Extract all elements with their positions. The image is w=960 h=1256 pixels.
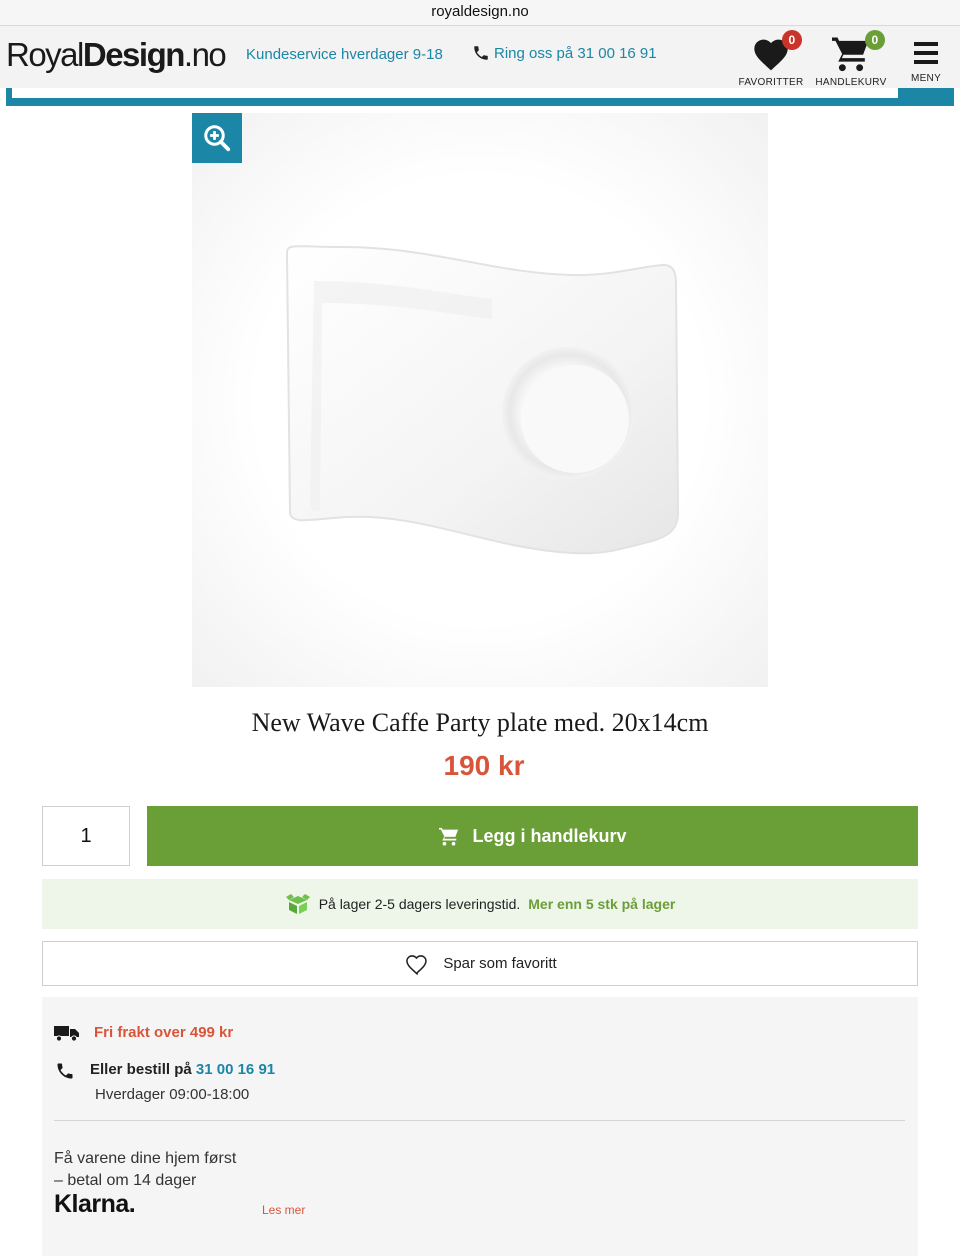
save-favorite-label: Spar som favoritt [443,955,557,972]
quantity-input[interactable] [42,806,130,866]
opening-hours: Hverdager 09:00-18:00 [95,1086,250,1103]
search-input[interactable] [12,88,898,98]
plate-illustration [285,245,680,555]
cart-icon [439,827,459,846]
url-text: royaldesign.no [431,3,529,20]
delivery-info-box: Fri frakt over 499 kr Eller bestill på 3… [42,997,918,1256]
cart-count-badge: 0 [865,30,885,50]
product-image[interactable] [192,113,768,687]
order-label: Eller bestill på [90,1061,192,1078]
cart-label: HANDLEKURV [815,77,887,88]
order-phone-row: Eller bestill på 31 00 16 91 [54,1061,275,1081]
divider [54,1120,905,1121]
klarna-text: Få varene dine hjem først – betal om 14 … [54,1148,236,1192]
freight-row: Fri frakt over 499 kr [54,1024,233,1042]
free-shipping-text: Fri frakt over 499 kr [94,1024,234,1041]
klarna-line-1: Få varene dine hjem først [54,1150,237,1167]
truck-icon [54,1026,79,1042]
phone-icon [57,1063,73,1079]
site-header: RoyalDesign.no Kundeservice hverdager 9-… [0,26,960,88]
heart-outline-icon [406,954,428,975]
favorites-button[interactable]: 0 FAVORITTER [738,30,804,88]
package-icon [285,894,310,914]
stock-status: På lager 2-5 dagers leveringstid. Mer en… [42,879,918,929]
product-price: 190 kr [443,750,525,781]
favorites-count-badge: 0 [782,30,802,50]
klarna-line-2: – betal om 14 dager [54,1172,197,1189]
save-favorite-button[interactable]: Spar som favoritt [42,941,918,986]
site-logo[interactable]: RoyalDesign.no [6,36,227,74]
hamburger-icon [914,42,938,64]
stock-more-text: Mer enn 5 stk på lager [528,896,676,912]
stock-text: På lager 2-5 dagers leveringstid. [318,896,521,912]
product-title: New Wave Caffe Party plate med. 20x14cm [251,708,709,737]
add-to-cart-button[interactable]: Legg i handlekurv [147,806,918,866]
phone-link[interactable]: Ring oss på 31 00 16 91 [472,44,657,62]
search-bar[interactable] [6,88,954,106]
phone-icon [474,46,488,60]
menu-button[interactable]: MENY [904,30,948,84]
favorites-label: FAVORITTER [738,77,804,88]
order-phone-link[interactable]: 31 00 16 91 [196,1061,275,1078]
add-to-cart-label: Legg i handlekurv [472,825,627,846]
klarna-logo: Klarna. [54,1190,136,1218]
read-more-link[interactable]: Les mer [262,1203,305,1217]
url-bar[interactable]: royaldesign.no [0,0,960,26]
cart-button[interactable]: 0 HANDLEKURV [814,30,888,88]
customer-service-link[interactable]: Kundeservice hverdager 9-18 [246,46,443,63]
menu-label: MENY [910,73,942,84]
phone-link-text: Ring oss på 31 00 16 91 [494,44,657,62]
